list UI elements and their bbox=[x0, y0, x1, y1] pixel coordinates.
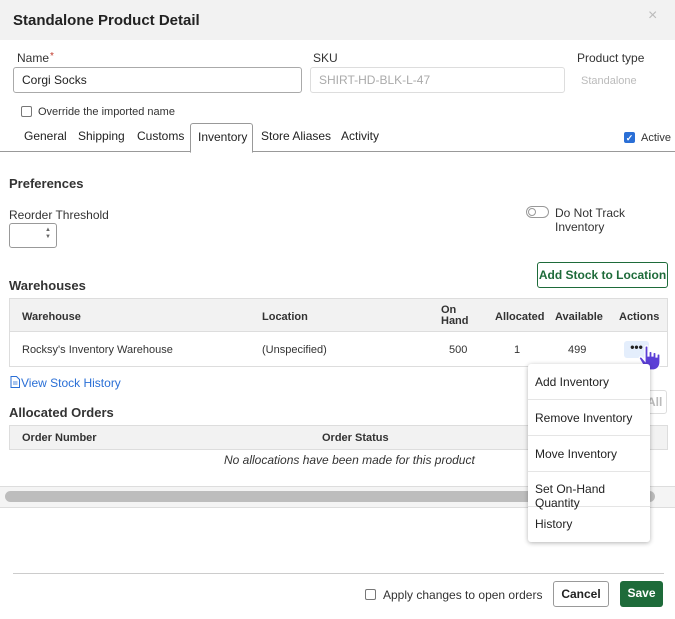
tab-customs[interactable]: Customs bbox=[137, 129, 184, 143]
cell-on-hand: 500 bbox=[449, 344, 468, 356]
reorder-threshold-stepper[interactable]: ▲ ▼ bbox=[9, 223, 57, 248]
apply-open-orders-checkbox[interactable] bbox=[365, 589, 376, 600]
active-checkbox[interactable]: ✓ bbox=[624, 132, 635, 143]
cancel-button[interactable]: Cancel bbox=[553, 581, 609, 607]
name-label-text: Name bbox=[17, 51, 50, 65]
menu-item-set-on-hand-quantity[interactable]: Set On-Hand Quantity bbox=[528, 471, 650, 510]
override-name-checkbox[interactable] bbox=[21, 106, 32, 117]
apply-open-orders-label: Apply changes to open orders bbox=[383, 588, 543, 602]
tab-activity[interactable]: Activity bbox=[341, 129, 379, 143]
product-type-value: Standalone bbox=[581, 75, 637, 87]
col-actions: Actions bbox=[619, 311, 660, 323]
tab-store-aliases[interactable]: Store Aliases bbox=[261, 129, 331, 143]
product-type-label: Product type bbox=[577, 51, 645, 65]
save-button[interactable]: Save bbox=[620, 581, 663, 607]
col-on-hand-line2: Hand bbox=[441, 315, 469, 327]
col-warehouse: Warehouse bbox=[22, 311, 81, 323]
close-icon[interactable]: × bbox=[648, 7, 657, 25]
required-marker: * bbox=[50, 51, 54, 62]
col-order-number: Order Number bbox=[22, 432, 97, 444]
sku-input[interactable]: SHIRT-HD-BLK-L-47 bbox=[310, 67, 565, 93]
name-label: Name* bbox=[17, 51, 54, 65]
menu-item-history[interactable]: History bbox=[528, 506, 650, 542]
menu-item-move-inventory[interactable]: Move Inventory bbox=[528, 436, 650, 472]
document-icon bbox=[10, 376, 20, 388]
name-input[interactable]: Corgi Socks bbox=[13, 67, 302, 93]
tabs-divider bbox=[0, 151, 675, 152]
sku-label: SKU bbox=[313, 51, 338, 65]
menu-item-remove-inventory[interactable]: Remove Inventory bbox=[528, 400, 650, 436]
col-on-hand: On Hand bbox=[441, 305, 469, 327]
do-not-track-toggle[interactable] bbox=[526, 206, 549, 218]
menu-item-add-inventory[interactable]: Add Inventory bbox=[528, 364, 650, 400]
cell-available: 499 bbox=[568, 344, 587, 356]
tab-inventory[interactable]: Inventory bbox=[198, 130, 247, 144]
cell-location: (Unspecified) bbox=[262, 344, 327, 356]
stepper-arrows-icon[interactable]: ▲ ▼ bbox=[45, 227, 51, 241]
toggle-knob bbox=[528, 208, 536, 216]
row-actions-menu: Add Inventory Remove Inventory Move Inve… bbox=[528, 364, 650, 542]
tab-shipping[interactable]: Shipping bbox=[78, 129, 125, 143]
allocated-orders-title: Allocated Orders bbox=[9, 405, 114, 420]
cell-allocated: 1 bbox=[514, 344, 521, 356]
preferences-title: Preferences bbox=[9, 176, 84, 191]
tab-general[interactable]: General bbox=[24, 129, 67, 143]
dialog-title: Standalone Product Detail bbox=[13, 12, 200, 29]
view-stock-history-link[interactable]: View Stock History bbox=[21, 376, 121, 390]
reorder-threshold-label: Reorder Threshold bbox=[9, 208, 109, 222]
col-order-status: Order Status bbox=[322, 432, 389, 444]
col-allocated: Allocated bbox=[495, 311, 545, 323]
add-stock-button[interactable]: Add Stock to Location bbox=[537, 262, 668, 288]
warehouses-title: Warehouses bbox=[9, 278, 86, 293]
override-name-label: Override the imported name bbox=[38, 106, 175, 118]
do-not-track-label: Do Not Track Inventory bbox=[555, 206, 626, 234]
cell-warehouse: Rocksy's Inventory Warehouse bbox=[22, 344, 173, 356]
col-location: Location bbox=[262, 311, 308, 323]
active-label: Active bbox=[641, 132, 671, 144]
empty-allocations-message: No allocations have been made for this p… bbox=[224, 453, 475, 467]
footer-divider bbox=[13, 573, 664, 574]
col-available: Available bbox=[555, 311, 603, 323]
